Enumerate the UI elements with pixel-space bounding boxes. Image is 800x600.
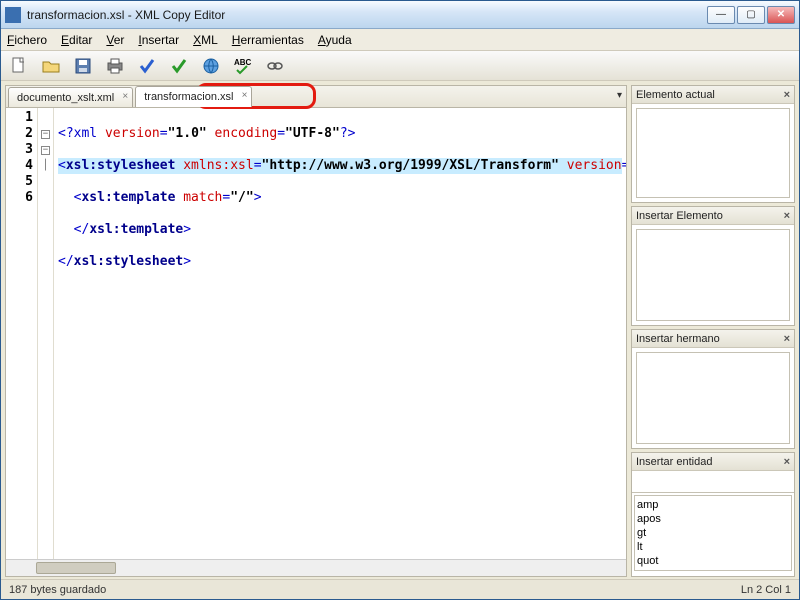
check-green-icon[interactable] xyxy=(167,54,191,78)
menu-ver[interactable]: Ver xyxy=(106,33,124,47)
panel-title: Elemento actual xyxy=(636,89,715,101)
status-cursor-position: Ln 2 Col 1 xyxy=(741,584,791,596)
menu-fichero[interactable]: Fichero xyxy=(7,33,47,47)
menu-xml[interactable]: XML xyxy=(193,33,218,47)
app-window: transformacion.xsl - XML Copy Editor — ▢… xyxy=(0,0,800,600)
menu-ayuda[interactable]: Ayuda xyxy=(318,33,352,47)
entity-item[interactable]: quot xyxy=(637,554,789,568)
code-area[interactable]: <?xml version="1.0" encoding="UTF-8"?> <… xyxy=(54,108,626,559)
panel-title: Insertar hermano xyxy=(636,333,720,345)
close-icon[interactable]: × xyxy=(784,456,790,468)
check-blue-icon[interactable] xyxy=(135,54,159,78)
entity-item[interactable]: gt xyxy=(637,526,789,540)
tab-label: transformacion.xsl xyxy=(144,91,233,103)
close-icon[interactable]: × xyxy=(784,210,790,222)
panel-elemento-actual: Elemento actual × xyxy=(631,85,795,203)
titlebar[interactable]: transformacion.xsl - XML Copy Editor — ▢… xyxy=(1,1,799,29)
open-file-icon[interactable] xyxy=(39,54,63,78)
menu-editar[interactable]: Editar xyxy=(61,33,92,47)
menubar: Fichero Editar Ver Insertar XML Herramie… xyxy=(1,29,799,51)
main-body: documento_xslt.xml × transformacion.xsl … xyxy=(1,81,799,579)
panel-insertar-elemento: Insertar Elemento × xyxy=(631,206,795,326)
app-icon xyxy=(5,7,21,23)
globe-icon[interactable] xyxy=(199,54,223,78)
document-tabs: documento_xslt.xml × transformacion.xsl … xyxy=(6,86,626,108)
tab-overflow-icon[interactable]: ▾ xyxy=(617,90,622,101)
horizontal-scrollbar[interactable] xyxy=(6,559,626,576)
panel-title: Insertar entidad xyxy=(636,456,712,468)
entity-item[interactable]: apos xyxy=(637,512,789,526)
close-icon[interactable]: × xyxy=(242,90,248,101)
spellcheck-icon[interactable]: ABC xyxy=(231,54,255,78)
window-title: transformacion.xsl - XML Copy Editor xyxy=(27,8,707,22)
close-icon[interactable]: × xyxy=(122,91,128,102)
fold-gutter[interactable]: − − │ xyxy=(38,108,54,559)
panel-insertar-hermano: Insertar hermano × xyxy=(631,329,795,449)
tab-transformacion[interactable]: transformacion.xsl × xyxy=(135,86,252,107)
menu-herramientas[interactable]: Herramientas xyxy=(232,33,304,47)
toolbar: ABC xyxy=(1,51,799,81)
status-left: 187 bytes guardado xyxy=(9,584,106,596)
entity-item[interactable]: lt xyxy=(637,540,789,554)
tab-label: documento_xslt.xml xyxy=(17,92,114,104)
line-gutter: 1 2 3 4 5 6 xyxy=(6,108,38,559)
close-icon[interactable]: × xyxy=(784,333,790,345)
maximize-button[interactable]: ▢ xyxy=(737,6,765,24)
print-icon[interactable] xyxy=(103,54,127,78)
menu-insertar[interactable]: Insertar xyxy=(138,33,179,47)
side-panels: Elemento actual × Insertar Elemento × Inse… xyxy=(631,85,795,577)
scrollbar-thumb[interactable] xyxy=(36,562,116,574)
panel-insertar-entidad: Insertar entidad × amp apos gt lt quot xyxy=(631,452,795,577)
window-buttons: — ▢ ✕ xyxy=(707,6,795,24)
close-icon[interactable]: × xyxy=(784,89,790,101)
statusbar: 187 bytes guardado Ln 2 Col 1 xyxy=(1,579,799,599)
new-file-icon[interactable] xyxy=(7,54,31,78)
link-icon[interactable] xyxy=(263,54,287,78)
panel-title: Insertar Elemento xyxy=(636,210,723,222)
tab-documento-xslt[interactable]: documento_xslt.xml × xyxy=(8,87,133,107)
svg-text:ABC: ABC xyxy=(234,58,252,67)
minimize-button[interactable]: — xyxy=(707,6,735,24)
entity-item[interactable]: amp xyxy=(637,498,789,512)
close-button[interactable]: ✕ xyxy=(767,6,795,24)
code-editor[interactable]: 1 2 3 4 5 6 − − │ <?xml version="1.0" en… xyxy=(6,108,626,559)
editor-panel: documento_xslt.xml × transformacion.xsl … xyxy=(5,85,627,577)
save-icon[interactable] xyxy=(71,54,95,78)
